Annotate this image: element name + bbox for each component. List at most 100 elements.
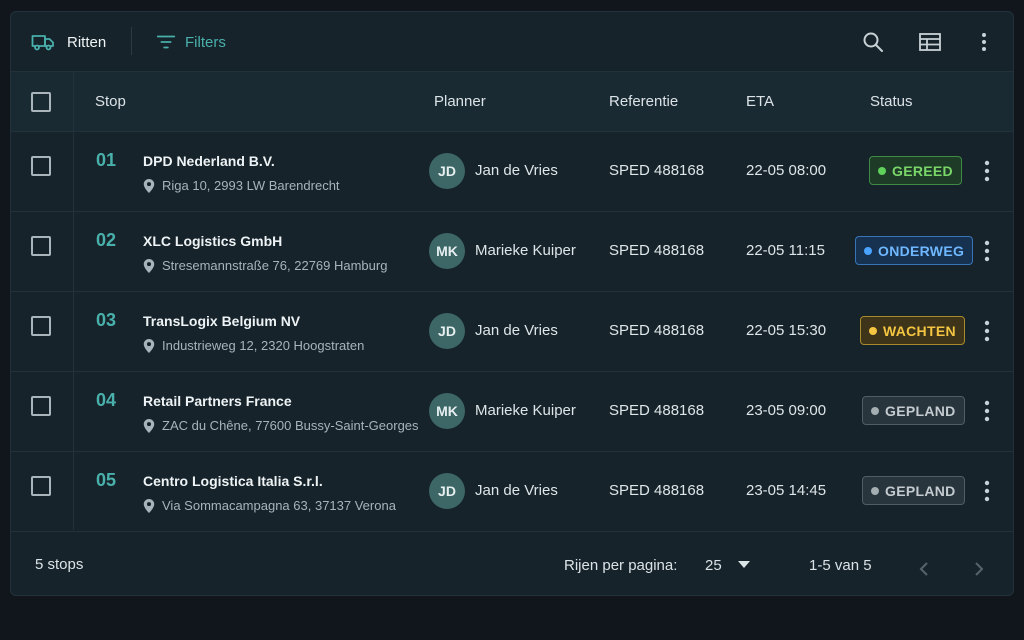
row-count: 5 stops [35, 556, 84, 573]
stop-address-text: ZAC du Chêne, 77600 Bussy-Saint-Georges [162, 418, 419, 433]
select-all-checkbox[interactable] [31, 92, 51, 112]
rows-per-page-label: Rijen per pagina: [564, 557, 678, 574]
table-footer: 5 stops Rijen per pagina: 25 1-5 van 5 [11, 531, 1013, 595]
stop-number: 03 [96, 310, 117, 330]
status-badge: GEREED [869, 156, 962, 185]
avatar: MK [429, 233, 465, 269]
row-checkbox[interactable] [31, 396, 51, 416]
eta: 22-05 08:00 [746, 162, 827, 179]
reference: SPED 488168 [609, 162, 705, 179]
table-row[interactable]: 02 XLC Logistics GmbH Stresemannstraße 7… [11, 212, 1013, 292]
table-row[interactable]: 05 Centro Logistica Italia S.r.l. Via So… [11, 452, 1013, 532]
row-checkbox[interactable] [31, 236, 51, 256]
row-more-vert-icon[interactable] [977, 318, 997, 344]
view-columns-icon[interactable] [918, 30, 942, 54]
avatar: JD [429, 313, 465, 349]
planner-name: Jan de Vries [475, 482, 558, 499]
table-header: Stop Planner Referentie ETA Status [11, 72, 1013, 132]
reference: SPED 488168 [609, 482, 705, 499]
previous-page-icon[interactable] [917, 561, 933, 577]
status-dot [871, 486, 879, 495]
stop-address-text: Via Sommacampagna 63, 37137 Verona [162, 498, 396, 513]
reference: SPED 488168 [609, 402, 705, 419]
location-pin-icon [143, 258, 155, 273]
status-dot [878, 166, 886, 175]
stop-number: 04 [96, 390, 117, 410]
chevron-down-icon [737, 561, 750, 568]
toolbar-divider [131, 27, 132, 55]
planner-name: Marieke Kuiper [475, 242, 576, 259]
filters-label: Filters [185, 33, 226, 51]
row-more-vert-icon[interactable] [977, 158, 997, 184]
filters-button[interactable]: Filters [155, 30, 226, 54]
reference: SPED 488168 [609, 322, 705, 339]
location-pin-icon [143, 178, 155, 193]
status-badge: WACHTEN [860, 316, 965, 345]
eta: 22-05 11:15 [746, 242, 825, 259]
location-pin-icon [143, 418, 155, 433]
stop-name: XLC Logistics GmbH [143, 233, 283, 249]
status-badge: GEPLAND [862, 476, 965, 505]
row-more-vert-icon[interactable] [977, 478, 997, 504]
table-row[interactable]: 03 TransLogix Belgium NV Industrieweg 12… [11, 292, 1013, 372]
stop-name: TransLogix Belgium NV [143, 313, 301, 329]
status-text: GEREED [892, 162, 953, 179]
reference: SPED 488168 [609, 242, 705, 259]
column-header-status[interactable]: Status [870, 93, 913, 110]
row-checkbox[interactable] [31, 316, 51, 336]
stop-number: 01 [96, 150, 117, 170]
location-pin-icon [143, 338, 155, 353]
stop-address: Industrieweg 12, 2320 Hoogstraten [143, 338, 364, 353]
stop-address: Stresemannstraße 76, 22769 Hamburg [143, 258, 387, 273]
toolbar-title: Ritten [31, 30, 106, 54]
status-badge: GEPLAND [862, 396, 965, 425]
stop-address-text: Stresemannstraße 76, 22769 Hamburg [162, 258, 388, 273]
eta: 23-05 09:00 [746, 402, 827, 419]
status-dot [871, 406, 879, 415]
avatar: JD [429, 153, 465, 189]
row-more-vert-icon[interactable] [977, 398, 997, 424]
row-checkbox[interactable] [31, 156, 51, 176]
stop-name: Retail Partners France [143, 393, 292, 409]
rides-table-card: Ritten Filters Stop Planner Referentie E… [10, 11, 1014, 596]
status-dot [869, 326, 877, 335]
next-page-icon[interactable] [970, 561, 986, 577]
column-header-eta[interactable]: ETA [746, 93, 774, 110]
column-header-planner[interactable]: Planner [434, 93, 486, 110]
row-checkbox[interactable] [31, 476, 51, 496]
status-text: WACHTEN [883, 322, 956, 339]
stop-name: Centro Logistica Italia S.r.l. [143, 473, 323, 489]
planner-name: Jan de Vries [475, 322, 558, 339]
table-row[interactable]: 01 DPD Nederland B.V. Riga 10, 2993 LW B… [11, 132, 1013, 212]
stop-address: ZAC du Chêne, 77600 Bussy-Saint-Georges [143, 418, 419, 433]
stop-number: 02 [96, 230, 117, 250]
status-dot [864, 246, 872, 255]
eta: 22-05 15:30 [746, 322, 827, 339]
status-text: GEPLAND [885, 402, 956, 419]
page-title: Ritten [67, 33, 107, 51]
search-icon[interactable] [861, 30, 885, 54]
rows-per-page-value: 25 [705, 556, 722, 574]
stop-number: 05 [96, 470, 117, 490]
eta: 23-05 14:45 [746, 482, 827, 499]
rows-per-page-select[interactable]: 25 [705, 553, 761, 577]
planner-name: Marieke Kuiper [475, 402, 576, 419]
toolbar: Ritten Filters [11, 12, 1013, 72]
avatar: JD [429, 473, 465, 509]
row-more-vert-icon[interactable] [977, 238, 997, 264]
stop-name: DPD Nederland B.V. [143, 153, 275, 169]
filter-icon [156, 35, 176, 49]
truck-icon [31, 35, 54, 51]
stop-address: Riga 10, 2993 LW Barendrecht [143, 178, 340, 193]
status-text: ONDERWEG [878, 242, 965, 259]
more-vert-icon[interactable] [972, 30, 996, 54]
planner-name: Jan de Vries [475, 162, 558, 179]
column-header-stop[interactable]: Stop [95, 93, 126, 110]
status-text: GEPLAND [885, 482, 956, 499]
pagination-range: 1-5 van 5 [809, 557, 872, 574]
location-pin-icon [143, 498, 155, 513]
table-row[interactable]: 04 Retail Partners France ZAC du Chêne, … [11, 372, 1013, 452]
stop-address-text: Industrieweg 12, 2320 Hoogstraten [162, 338, 365, 353]
column-header-referentie[interactable]: Referentie [609, 93, 678, 110]
avatar: MK [429, 393, 465, 429]
